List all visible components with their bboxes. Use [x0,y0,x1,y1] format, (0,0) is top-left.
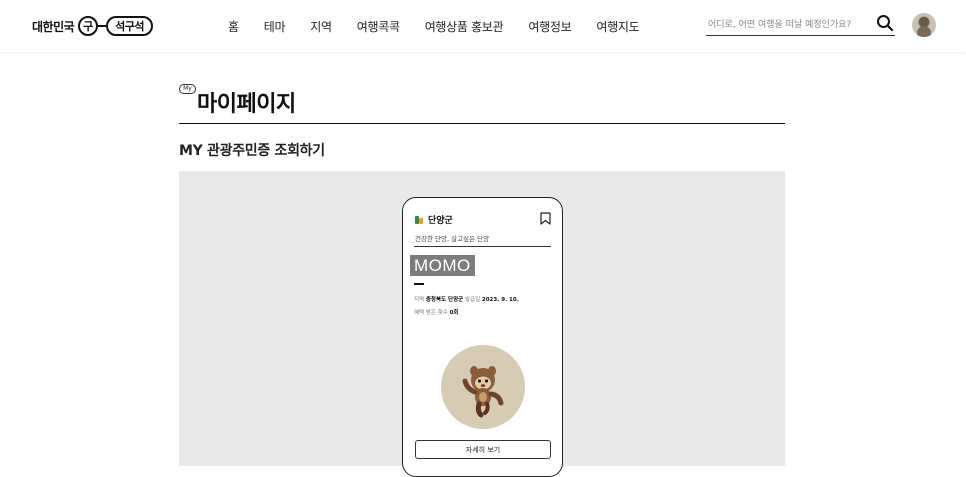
resident-card: 단양군 건강한 단양, 살고싶은 단양 MOMO 지역 충청북도 단양군 발급일… [402,197,563,477]
nickname-underline [414,283,424,285]
benefit-label: 혜택 받은 횟수 [414,310,448,316]
card-info-row-1: 지역 충청북도 단양군 발급일 2023. 9. 10. [414,295,519,303]
nav-travel-map[interactable]: 여행지도 [596,18,639,35]
nav-travel-info[interactable]: 여행정보 [528,18,571,35]
mascot-circle [441,345,525,429]
nav-region[interactable]: 지역 [310,18,332,35]
search-input[interactable] [706,14,871,36]
logo-text: 대한민국 [32,19,75,34]
region-name: 단양군 [428,216,453,226]
bookmark-icon[interactable] [540,212,551,225]
issued-value: 2023. 9. 10. [481,297,519,303]
card-info-row-2: 혜택 받은 횟수 0회 [414,308,459,316]
card-header: 단양군 [415,213,453,226]
issued-label: 발급일 [464,297,481,303]
site-logo[interactable]: 대한민국 구 석구석 [32,13,154,39]
region-label: 지역 [414,297,425,303]
user-avatar[interactable] [912,13,936,37]
nickname: MOMO [410,255,475,276]
page-title: 마이페이지 [197,92,296,117]
section-title: MY 관광주민증 조회하기 [179,143,325,159]
logo-dash [98,25,107,27]
search-icon[interactable] [875,13,895,33]
benefit-value: 0회 [449,310,459,316]
mascot-character [462,366,504,418]
page-title-block: My 마이페이지 [179,82,785,124]
nav-home[interactable]: 홈 [228,18,239,35]
search-bar [706,12,895,36]
detail-button[interactable]: 자세히 보기 [415,440,551,459]
nav-product-showcase[interactable]: 여행상품 홍보관 [425,18,504,35]
site-header: 대한민국 구 석구석 홈 테마 지역 여행콕콕 여행상품 홍보관 여행정보 여행… [0,0,966,52]
divider [414,246,551,247]
main-nav: 홈 테마 지역 여행콕콕 여행상품 홍보관 여행정보 여행지도 [228,0,664,52]
logo-pill: 석구석 [106,16,154,36]
nav-travel-kokkok[interactable]: 여행콕콕 [357,18,400,35]
region-value: 충청북도 단양군 [425,297,464,303]
region-logo-icon [415,215,423,224]
region-slogan: 건강한 단양, 살고싶은 단양 [415,235,490,243]
logo-circle: 구 [78,16,99,36]
nav-theme[interactable]: 테마 [264,18,286,35]
my-badge: My [179,84,196,94]
